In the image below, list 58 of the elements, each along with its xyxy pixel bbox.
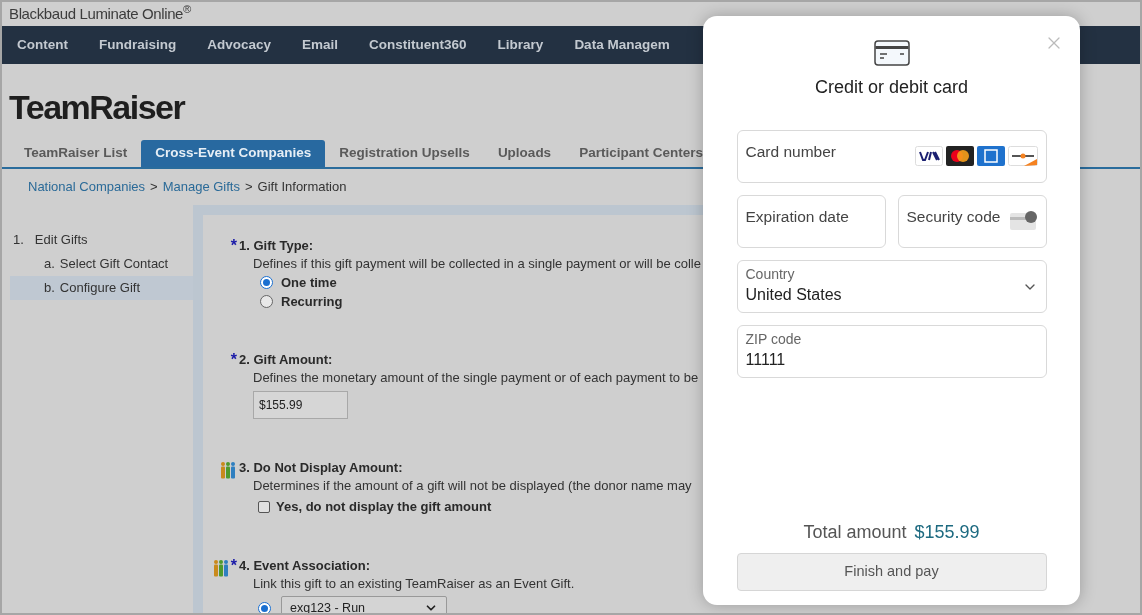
nav-item[interactable]: Library	[497, 34, 544, 56]
step-item[interactable]: a. Select Gift Contact	[10, 252, 193, 276]
section-description: Defines if this gift payment will be collected in a single payment or will be colle	[253, 255, 701, 273]
dialog-title: Credit or debit card	[814, 76, 969, 99]
section-description: Determines if the amount of a gift will not be displayed (the donor name may	[253, 477, 692, 495]
radio-button[interactable]	[258, 601, 271, 613]
credit-card-icon	[873, 40, 910, 66]
total-label: Total amount	[803, 521, 907, 544]
radio-button[interactable]	[260, 295, 273, 308]
checkbox[interactable]	[258, 500, 270, 513]
radio-button[interactable]	[260, 276, 273, 289]
amount-field[interactable]: $155.99	[253, 391, 348, 419]
nav-item[interactable]: Advocacy	[207, 34, 272, 56]
section-title: 4. Event Association:	[239, 556, 371, 575]
tab[interactable]: Registration Upsells	[325, 140, 484, 167]
section-title: 3. Do Not Display Amount:	[239, 459, 404, 477]
step-item[interactable]: 1. Edit Gifts	[2, 228, 193, 252]
discover-logo-icon	[1007, 146, 1038, 166]
required-marker: *	[230, 558, 237, 573]
total-amount: $155.99	[914, 521, 980, 544]
zip-code-field[interactable]: ZIP code 11111	[736, 325, 1047, 378]
tab[interactable]: Participant Centers	[565, 140, 705, 167]
breadcrumb-separator: >	[150, 178, 158, 197]
section-description: Link this gift to an existing TeamRaiser as an Event Gift.	[253, 574, 575, 593]
cvc-card-icon	[1009, 210, 1038, 231]
breadcrumb-separator: >	[245, 178, 253, 197]
step-item[interactable]: b. Configure Gift	[10, 276, 193, 300]
nav-item[interactable]: Data Managem	[574, 34, 670, 56]
breadcrumb-link[interactable]: National Companies	[28, 177, 146, 197]
mastercard-logo-icon	[945, 146, 974, 166]
country-select[interactable]: Country United States	[736, 260, 1047, 313]
nav-item[interactable]: Content	[17, 34, 68, 56]
tab[interactable]: TeamRaiser List	[10, 140, 142, 167]
page-title: TeamRaiser	[9, 86, 185, 128]
people-icon	[219, 461, 237, 479]
visa-logo-icon	[914, 146, 943, 166]
breadcrumb-link[interactable]: Manage Gifts	[162, 177, 240, 197]
expiration-date-field[interactable]: Expiration date	[736, 195, 886, 248]
nav-item[interactable]: Constituent360	[369, 34, 467, 56]
card-number-field[interactable]: Card number	[736, 130, 1047, 183]
breadcrumb-current: Gift Information	[257, 178, 347, 197]
required-marker: *	[230, 239, 237, 253]
required-marker: *	[230, 353, 237, 367]
option-label: One time	[281, 273, 337, 292]
finish-and-pay-button[interactable]: Finish and pay	[736, 553, 1047, 591]
tab[interactable]: Cross-Event Companies	[141, 140, 326, 167]
people-icon	[211, 558, 230, 577]
amex-logo-icon	[976, 146, 1005, 166]
nav-item[interactable]: Email	[302, 34, 339, 56]
brand-name: Blackbaud Luminate Online$^{®}$	[9, 2, 191, 24]
tab[interactable]: Uploads	[483, 140, 566, 167]
section-title: 2. Gift Amount:	[239, 351, 334, 369]
nav-item[interactable]: Fundraising	[99, 34, 177, 56]
option-label: Recurring	[281, 292, 343, 311]
section-title: 1. Gift Type:	[239, 237, 315, 255]
section-description: Defines the monetary amount of the single payment or of each payment to be	[253, 369, 699, 387]
security-code-field[interactable]: Security code	[897, 195, 1047, 248]
checkbox-label: Yes, do not display the gift amount	[276, 498, 492, 516]
